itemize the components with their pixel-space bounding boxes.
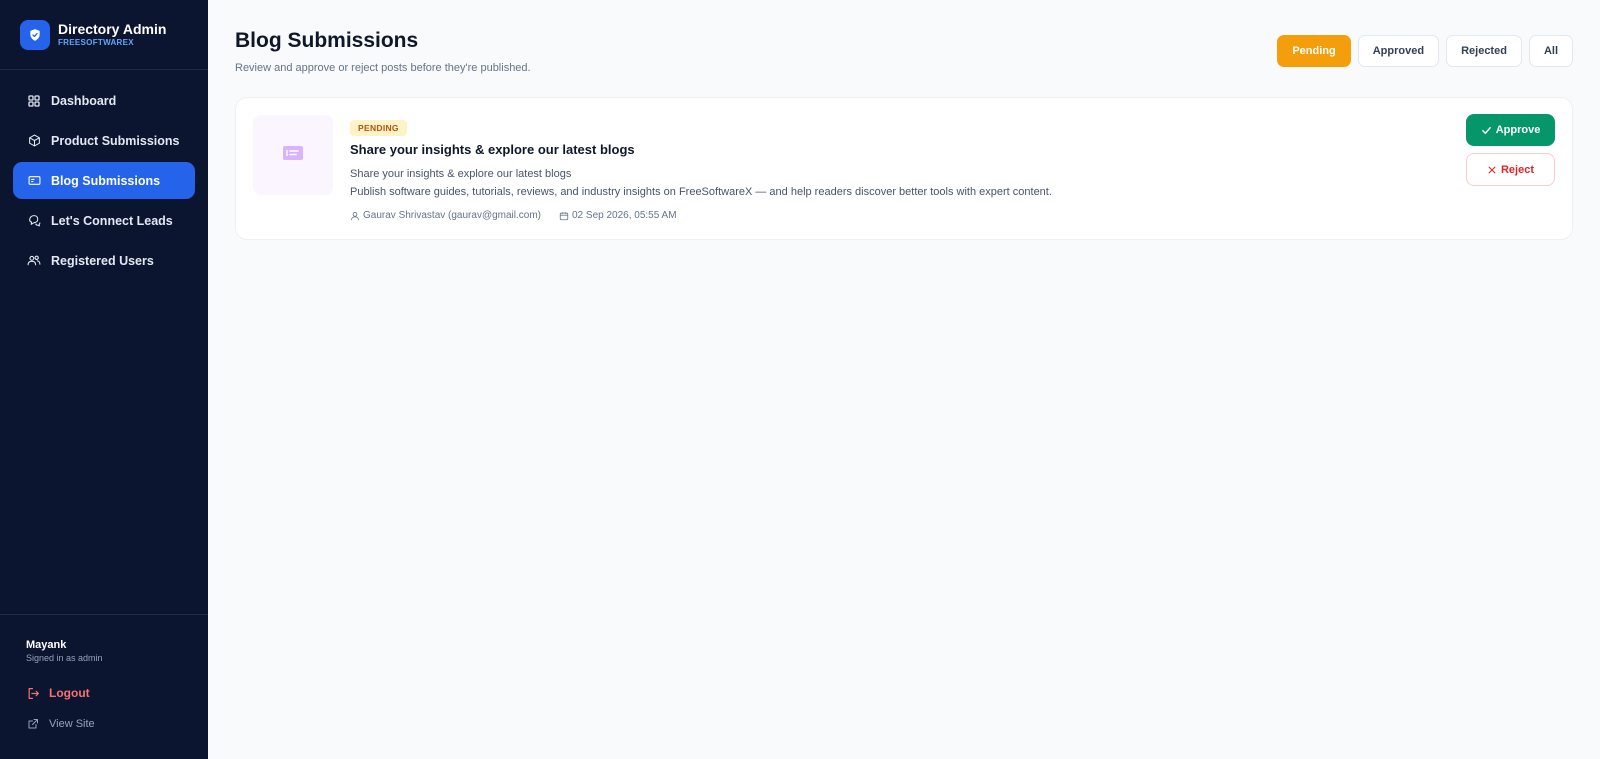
sidebar: Directory Admin FREESOFTWAREX Dashboard … xyxy=(0,0,208,759)
sidebar-item-blog-submissions[interactable]: Blog Submissions xyxy=(13,162,195,199)
logout-label: Logout xyxy=(49,686,90,700)
status-filter-group: Pending Approved Rejected All xyxy=(1277,35,1573,67)
sidebar-nav: Dashboard Product Submissions Blog Submi… xyxy=(0,70,208,279)
brand-subtitle: FREESOFTWAREX xyxy=(58,38,134,47)
page-subtitle: Review and approve or reject posts befor… xyxy=(235,62,531,74)
reject-label: Reject xyxy=(1500,163,1535,176)
sidebar-item-label: Let's Connect Leads xyxy=(51,213,173,228)
sidebar-footer: Mayank Signed in as admin Logout View Si… xyxy=(0,614,208,759)
calendar-icon xyxy=(559,211,569,221)
sidebar-item-label: Dashboard xyxy=(51,93,117,108)
author-text: Gaurav Shrivastav (gaurav@gmail.com) xyxy=(363,210,541,221)
sidebar-item-product-submissions[interactable]: Product Submissions xyxy=(13,122,195,159)
chat-icon xyxy=(27,214,41,228)
author-meta: Gaurav Shrivastav (gaurav@gmail.com) xyxy=(350,210,541,221)
sidebar-item-label: Registered Users xyxy=(51,253,154,268)
view-site-label: View Site xyxy=(49,718,95,730)
newspaper-icon xyxy=(282,144,304,167)
shield-icon xyxy=(20,19,50,50)
approve-button[interactable]: Approve xyxy=(1466,114,1555,146)
grid-icon xyxy=(27,94,41,108)
sidebar-item-label: Product Submissions xyxy=(51,133,180,148)
brand-title: Directory Admin xyxy=(58,21,167,37)
sidebar-item-dashboard[interactable]: Dashboard xyxy=(13,82,195,119)
users-icon xyxy=(27,254,41,268)
submission-description: Publish software guides, tutorials, revi… xyxy=(350,186,1052,198)
submission-meta: Gaurav Shrivastav (gaurav@gmail.com) 02 … xyxy=(350,210,1052,221)
user-name: Mayank xyxy=(26,639,67,651)
date-text: 02 Sep 2026, 05:55 AM xyxy=(572,210,677,221)
submission-details: PENDING Share your insights & explore ou… xyxy=(350,118,1052,221)
user-icon xyxy=(350,211,360,221)
submission-card: PENDING Share your insights & explore ou… xyxy=(235,97,1573,240)
filter-approved-button[interactable]: Approved xyxy=(1357,35,1440,67)
date-meta: 02 Sep 2026, 05:55 AM xyxy=(559,210,677,221)
filter-all-button[interactable]: All xyxy=(1528,35,1573,67)
brand[interactable]: Directory Admin FREESOFTWAREX xyxy=(0,0,208,70)
status-badge: PENDING xyxy=(350,120,407,136)
logout-icon xyxy=(26,686,40,700)
blog-thumbnail xyxy=(253,115,333,195)
logout-button[interactable]: Logout xyxy=(26,686,182,700)
submission-title: Share your insights & explore our latest… xyxy=(350,142,635,157)
reject-button[interactable]: Reject xyxy=(1466,153,1555,186)
box-icon xyxy=(27,134,41,148)
approve-label: Approve xyxy=(1495,124,1541,136)
newspaper-icon xyxy=(27,174,41,188)
sidebar-item-label: Blog Submissions xyxy=(51,173,161,188)
filter-rejected-button[interactable]: Rejected xyxy=(1446,35,1522,67)
external-link-icon xyxy=(26,717,40,731)
sidebar-item-registered-users[interactable]: Registered Users xyxy=(13,242,195,279)
page-title: Blog Submissions xyxy=(235,29,419,52)
check-icon xyxy=(1481,125,1492,136)
sidebar-item-lets-connect-leads[interactable]: Let's Connect Leads xyxy=(13,202,195,239)
view-site-link[interactable]: View Site xyxy=(26,717,182,731)
main-content: Blog Submissions Review and approve or r… xyxy=(208,0,1600,759)
submission-summary: Share your insights & explore our latest… xyxy=(350,168,572,180)
close-icon xyxy=(1487,165,1497,175)
filter-pending-button[interactable]: Pending xyxy=(1277,35,1351,67)
user-role: Signed in as admin xyxy=(26,653,103,663)
